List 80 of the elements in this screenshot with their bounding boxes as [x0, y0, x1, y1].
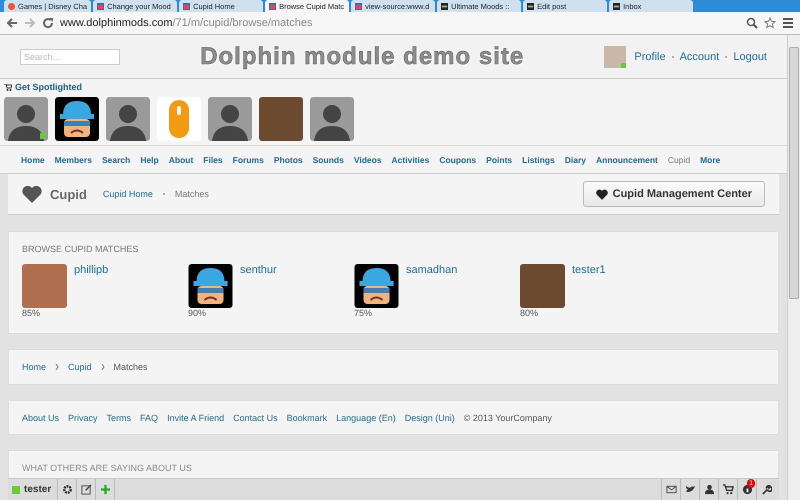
heart-icon: [596, 188, 608, 200]
nav-link[interactable]: Members: [50, 154, 97, 164]
header-link[interactable]: Account: [680, 50, 720, 62]
nav-link[interactable]: Cupid: [662, 154, 696, 164]
breadcrumb-link[interactable]: Home: [22, 362, 46, 372]
section-title: BROWSE CUPID MATCHES: [22, 244, 140, 254]
cart-icon[interactable]: [718, 479, 737, 500]
favicon-icon: [8, 2, 15, 10]
back-icon[interactable]: [6, 17, 18, 29]
footer-link[interactable]: Terms: [106, 412, 132, 422]
nav-link[interactable]: About: [164, 154, 198, 164]
bookmark-star-icon[interactable]: [764, 17, 776, 29]
nav-link[interactable]: Search: [96, 154, 136, 164]
header-link[interactable]: Profile: [634, 50, 666, 62]
breadcrumb-link[interactable]: Cupid: [68, 362, 92, 372]
nav-link[interactable]: More: [695, 154, 726, 164]
spotlight-link[interactable]: Get Spotlighted: [4, 82, 783, 92]
header-link[interactable]: Logout: [733, 50, 767, 62]
nav-link[interactable]: Announcement: [591, 154, 663, 164]
match-username[interactable]: senthur: [240, 264, 277, 308]
match-percent: 75%: [354, 308, 374, 318]
page-title: Cupid: [50, 186, 87, 202]
match-username[interactable]: samadhan: [406, 264, 458, 308]
avatar-silhouette[interactable]: [4, 97, 48, 141]
zoom-icon[interactable]: [746, 17, 758, 29]
chevron-icon: [100, 364, 105, 370]
copyright-text: © 2013 YourCompany: [464, 412, 552, 422]
vertical-scrollbar[interactable]: [787, 35, 800, 500]
favicon-icon: [441, 2, 448, 10]
favicon-icon: [269, 2, 276, 10]
nav-link[interactable]: Coupons: [434, 154, 482, 164]
match-percent: 90%: [188, 308, 208, 318]
chevron-icon: [55, 364, 60, 370]
cart-icon: [4, 84, 12, 90]
breadcrumb-link[interactable]: Cupid Home: [102, 189, 153, 199]
avatar-cartoon[interactable]: [188, 264, 233, 308]
breadcrumb-current: Matches: [174, 189, 209, 199]
match-percent: 85%: [22, 308, 42, 318]
footer-link[interactable]: Bookmark: [286, 412, 328, 422]
nav-link[interactable]: Diary: [560, 154, 591, 164]
favicon-icon: [527, 2, 534, 10]
heart-icon: [22, 185, 42, 203]
avatar-cartoon[interactable]: [354, 264, 399, 308]
footer-link[interactable]: FAQ: [140, 412, 158, 422]
avatar-silhouette[interactable]: [310, 97, 354, 141]
user-menu[interactable]: tester: [12, 479, 58, 500]
reload-icon[interactable]: [42, 17, 54, 29]
nav-link[interactable]: Videos: [348, 154, 387, 164]
wrench-icon[interactable]: [756, 479, 775, 500]
avatar-cartoon[interactable]: [55, 97, 99, 141]
nav-link[interactable]: Home: [16, 154, 50, 164]
management-center-button[interactable]: Cupid Management Center: [582, 181, 765, 207]
footer-link[interactable]: About Us: [22, 412, 60, 422]
favicon-icon: [97, 2, 104, 10]
favicon-icon: [183, 2, 190, 10]
favicon-icon: [355, 2, 362, 10]
nav-link[interactable]: Points: [481, 154, 518, 164]
nav-link[interactable]: Files: [198, 154, 228, 164]
site-title: Dolphin module demo site: [199, 42, 526, 70]
footer-link[interactable]: Privacy: [68, 412, 98, 422]
section-title: WHAT OTHERS ARE SAYING ABOUT US: [22, 463, 193, 473]
favicon-icon: [613, 2, 620, 10]
menu-icon[interactable]: [782, 17, 794, 29]
footer-link[interactable]: Invite A Friend: [167, 412, 224, 422]
avatar-silhouette[interactable]: [208, 97, 252, 141]
footer-link[interactable]: Language (En): [336, 412, 396, 422]
avatar-silhouette[interactable]: [106, 97, 150, 141]
breadcrumb-current: Matches: [114, 362, 148, 372]
footer-link[interactable]: Design (Uni): [404, 412, 455, 422]
match-username[interactable]: phillipb: [74, 264, 108, 308]
nav-link[interactable]: Listings: [517, 154, 560, 164]
search-field[interactable]: Search...: [20, 48, 120, 64]
nav-link[interactable]: Forums: [228, 154, 269, 164]
footer-link[interactable]: Contact Us: [233, 412, 278, 422]
nav-link[interactable]: Activities: [386, 154, 434, 164]
nav-link[interactable]: Photos: [268, 154, 308, 164]
match-username[interactable]: tester1: [572, 264, 606, 308]
nav-link[interactable]: Sounds: [308, 154, 349, 164]
match-percent: 80%: [520, 308, 540, 318]
nav-link[interactable]: Help: [135, 154, 164, 164]
